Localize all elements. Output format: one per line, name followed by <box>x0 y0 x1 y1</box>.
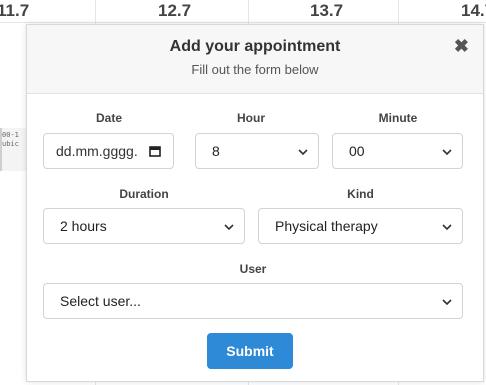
date-input[interactable]: dd.mm.gggg. <box>43 133 174 169</box>
close-icon[interactable]: ✖ <box>454 37 469 55</box>
user-value: Select user... <box>60 293 141 309</box>
kind-value: Physical therapy <box>275 218 378 234</box>
modal-header: Add your appointment Fill out the form b… <box>27 25 483 94</box>
calendar-event-text: 00-1 ubic <box>2 131 19 148</box>
hour-value: 8 <box>212 143 220 159</box>
kind-label: Kind <box>347 187 374 201</box>
hour-select[interactable]: 8 <box>195 133 319 169</box>
chevron-down-icon <box>224 224 234 231</box>
calendar-icon[interactable] <box>149 145 161 157</box>
calendar-header: 11.7 12.7 13.7 14.7 <box>0 0 486 22</box>
chevron-down-icon <box>298 149 308 156</box>
calendar-day-label: 12.7 <box>158 1 192 20</box>
chevron-down-icon <box>442 299 452 306</box>
calendar-day-label: 11.7 <box>0 1 30 20</box>
submit-button[interactable]: Submit <box>207 333 293 369</box>
calendar-day-label: 14.7 <box>461 1 486 20</box>
hour-label: Hour <box>237 111 265 125</box>
chevron-down-icon <box>442 224 452 231</box>
duration-value: 2 hours <box>60 218 107 234</box>
duration-select[interactable]: 2 hours <box>43 208 245 244</box>
appointment-modal: Add your appointment Fill out the form b… <box>26 24 484 382</box>
calendar-gridline <box>0 22 486 23</box>
minute-select[interactable]: 00 <box>332 133 463 169</box>
date-label: Date <box>95 111 122 125</box>
minute-label: Minute <box>378 111 418 125</box>
minute-value: 00 <box>349 143 365 159</box>
modal-subtitle: Fill out the form below <box>191 62 319 77</box>
user-select[interactable]: Select user... <box>43 283 463 319</box>
kind-select[interactable]: Physical therapy <box>258 208 463 244</box>
chevron-down-icon <box>442 149 452 156</box>
user-label: User <box>239 262 267 276</box>
duration-label: Duration <box>119 187 169 201</box>
date-placeholder: dd.mm.gggg. <box>56 143 138 159</box>
modal-title: Add your appointment <box>169 38 341 55</box>
calendar-event[interactable]: 00-1 ubic <box>0 128 28 171</box>
calendar-day-label: 13.7 <box>310 1 344 20</box>
